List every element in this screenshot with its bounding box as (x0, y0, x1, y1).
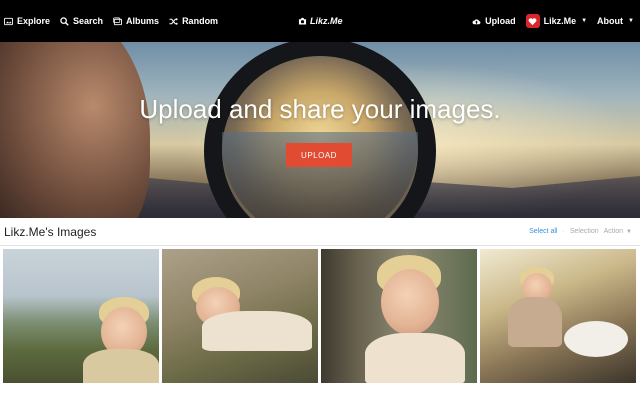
chevron-down-icon: ▼ (628, 18, 634, 24)
nav-search[interactable]: Search (60, 16, 103, 26)
image-thumbnail[interactable] (480, 249, 636, 383)
about-menu[interactable]: About ▼ (597, 16, 634, 26)
brand-name: Likz.Me (310, 16, 343, 26)
select-all-link[interactable]: Select all (529, 228, 557, 235)
chevron-down-icon: ▼ (581, 18, 588, 24)
photo-shirt (365, 333, 465, 383)
nav-search-label: Search (73, 16, 104, 26)
upload-button[interactable]: UPLOAD (286, 143, 352, 167)
photo-rabbit (564, 321, 628, 357)
nav-left: Explore Search Albums Random (4, 0, 218, 42)
photo-shirt (508, 297, 562, 347)
nav-upload-label: Upload (485, 16, 516, 26)
nav-explore[interactable]: Explore (4, 16, 50, 26)
camera-icon (298, 17, 307, 25)
image-thumbnail[interactable] (321, 249, 477, 383)
photo-shirt (83, 349, 159, 383)
image-thumbnail[interactable] (162, 249, 318, 383)
brand-logo[interactable]: Likz.Me (298, 0, 343, 42)
action-label: Action (603, 228, 624, 235)
cloud-upload-icon (472, 18, 481, 24)
avatar (525, 14, 540, 28)
section-tools: Select all · Selection Action ▼ (529, 228, 632, 235)
image-grid (0, 249, 640, 400)
albums-icon (113, 17, 123, 25)
about-label: About (597, 16, 624, 26)
nav-upload[interactable]: Upload (472, 16, 516, 26)
nav-right: Upload Likz.Me ▼ About ▼ (472, 0, 634, 42)
photo-shirt (202, 311, 312, 351)
hero-title: Upload and share your images. (139, 94, 501, 124)
search-icon (60, 16, 69, 26)
user-name: Likz.Me (543, 16, 577, 26)
section-title: Likz.Me's Images (4, 225, 97, 239)
nav-albums-label: Albums (126, 16, 160, 26)
action-dropdown[interactable]: Action ▼ (604, 228, 632, 235)
nav-random[interactable]: Random (169, 16, 218, 26)
image-icon (4, 17, 13, 25)
user-menu[interactable]: Likz.Me ▼ (525, 14, 588, 28)
image-thumbnail[interactable] (3, 249, 159, 383)
selection-label: Selection (569, 228, 599, 235)
hero-hand (0, 42, 150, 218)
nav-explore-label: Explore (17, 16, 51, 26)
nav-albums[interactable]: Albums (113, 16, 159, 26)
images-section-header: Likz.Me's Images Select all · Selection … (0, 218, 640, 246)
photo-face (381, 269, 439, 335)
shuffle-icon (169, 17, 178, 25)
top-nav: Explore Search Albums Random Likz.Me Upl… (0, 0, 640, 42)
chevron-down-icon: ▼ (626, 229, 632, 235)
nav-random-label: Random (182, 16, 219, 26)
separator: · (562, 228, 565, 235)
heart-icon (528, 17, 537, 25)
hero-banner: Upload and share your images. UPLOAD (0, 42, 640, 218)
